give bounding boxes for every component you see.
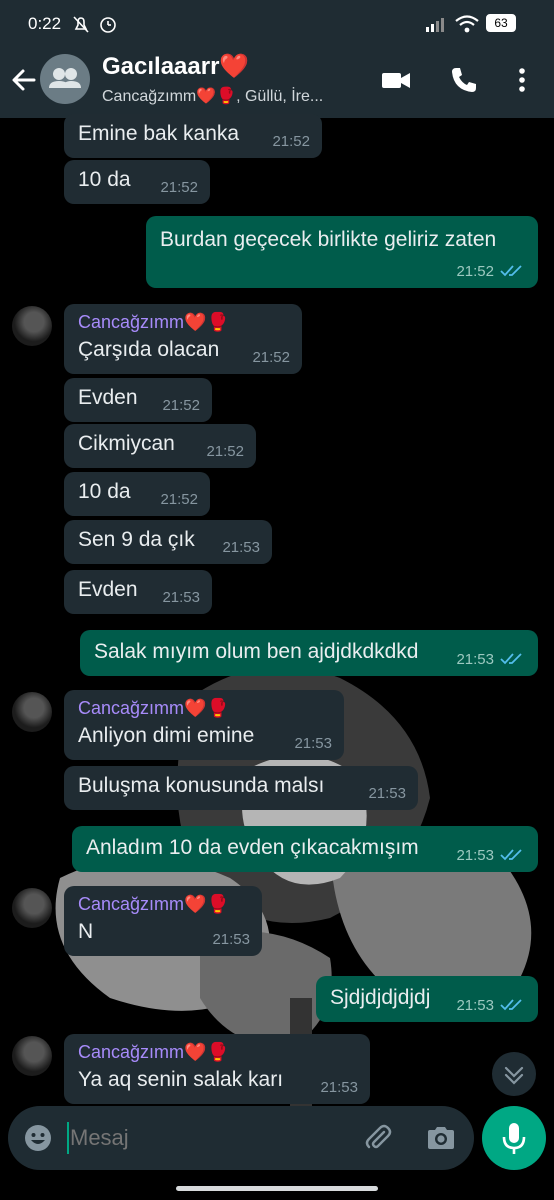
message-text: Cikmiycan — [78, 432, 175, 455]
message-text: N — [78, 920, 94, 943]
video-call-icon[interactable] — [380, 64, 412, 96]
message-text: Burdan geçecek birlikte geliriz zaten — [160, 228, 497, 251]
message-time: 21:53 — [456, 997, 494, 1014]
message-time: 21:53 — [162, 589, 200, 606]
group-avatar-icon[interactable] — [40, 54, 90, 104]
more-vert-icon[interactable] — [506, 64, 538, 96]
message-time: 21:53 — [456, 651, 494, 668]
message-time: 21:53 — [212, 931, 250, 948]
phone-icon[interactable] — [448, 64, 480, 96]
message-text: Anliyon dimi emine — [78, 724, 255, 747]
message-time: 21:53 — [320, 1079, 358, 1096]
message-time: 21:53 — [456, 847, 494, 864]
camera-icon[interactable] — [424, 1122, 458, 1154]
message-time: 21:52 — [272, 133, 310, 150]
message-time: 21:52 — [456, 263, 494, 280]
message-bubble[interactable]: Cikmiycan 21:52 — [64, 424, 256, 468]
group-title[interactable]: Gacılaaarr❤️ — [102, 52, 249, 81]
sender-avatar[interactable] — [12, 692, 52, 732]
message-time: 21:52 — [160, 179, 198, 196]
message-text: 10 da — [78, 480, 131, 503]
sender-avatar[interactable] — [12, 1036, 52, 1076]
message-bubble[interactable]: Cancağzımm❤️🥊 Anliyon dimi emine 21:53 — [64, 690, 344, 760]
message-text: Salak mıyım olum ben ajdjdkdkdkd — [94, 640, 419, 663]
message-time: 21:53 — [222, 539, 260, 556]
mic-icon — [502, 1123, 526, 1154]
message-text: Çarşıda olacan — [78, 338, 220, 361]
message-time: 21:52 — [160, 491, 198, 508]
read-ticks-icon — [500, 653, 522, 665]
message-time: 21:52 — [162, 397, 200, 414]
message-text: Anladım 10 da evden çıkacakmışım — [86, 836, 419, 859]
message-bubble-outgoing[interactable]: Salak mıyım olum ben ajdjdkdkdkd 21:53 — [80, 630, 538, 676]
read-ticks-icon — [500, 265, 522, 277]
message-bubble[interactable]: 10 da 21:52 — [64, 472, 210, 516]
message-text: 10 da — [78, 168, 131, 191]
message-bubble[interactable]: 10 da 21:52 — [64, 160, 210, 204]
message-bubble-outgoing[interactable]: Burdan geçecek birlikte geliriz zaten 21… — [146, 216, 538, 288]
mic-button[interactable] — [482, 1106, 546, 1170]
sender-name[interactable]: Cancağzımm❤️🥊 — [78, 312, 229, 333]
status-time: 0:22 — [28, 14, 62, 33]
group-members[interactable]: Cancağzımm❤️🥊, Güllü, İre... — [102, 86, 323, 106]
message-bubble[interactable]: Sen 9 da çık 21:53 — [64, 520, 272, 564]
sender-avatar[interactable] — [12, 306, 52, 346]
message-bubble-outgoing[interactable]: Sjdjdjdjdjdj 21:53 — [316, 976, 538, 1022]
sender-avatar[interactable] — [12, 888, 52, 928]
battery-level: 63 — [494, 16, 508, 30]
sender-name[interactable]: Cancağzımm❤️🥊 — [78, 698, 229, 719]
message-bubble[interactable]: Emine bak kanka 21:52 — [64, 114, 322, 158]
battery-indicator: 63 — [486, 14, 516, 32]
sender-name[interactable]: Cancağzımm❤️🥊 — [78, 1042, 229, 1063]
message-bubble[interactable]: Evden 21:52 — [64, 378, 212, 422]
message-input[interactable] — [70, 1118, 350, 1158]
scroll-down-icon — [504, 1066, 524, 1085]
message-text: Sjdjdjdjdjdj — [330, 986, 431, 1009]
message-bubble[interactable]: Cancağzımm❤️🥊 N 21:53 — [64, 886, 262, 956]
message-bubble[interactable]: Buluşma konusunda malsı 21:53 — [64, 766, 418, 810]
message-text: Buluşma konusunda malsı — [78, 774, 325, 797]
read-ticks-icon — [500, 999, 522, 1011]
sender-name[interactable]: Cancağzımm❤️🥊 — [78, 894, 229, 915]
message-text: Ya aq senin salak karı — [78, 1068, 284, 1091]
text-cursor — [67, 1122, 69, 1154]
message-bubble[interactable]: Evden 21:53 — [64, 570, 212, 614]
message-text: Sen 9 da çık — [78, 528, 195, 551]
message-time: 21:52 — [252, 349, 290, 366]
message-bubble-outgoing[interactable]: Anladım 10 da evden çıkacakmışım 21:53 — [72, 826, 538, 872]
emoji-icon[interactable] — [22, 1122, 54, 1154]
message-text: Evden — [78, 578, 138, 601]
message-time: 21:53 — [368, 785, 406, 802]
scroll-down-button[interactable] — [492, 1052, 536, 1096]
message-time: 21:52 — [206, 443, 244, 460]
attach-icon[interactable] — [362, 1122, 394, 1154]
signal-icon — [426, 18, 444, 32]
message-text: Emine bak kanka — [78, 122, 240, 145]
status-icons — [73, 16, 116, 33]
message-bubble[interactable]: Cancağzımm❤️🥊 Ya aq senin salak karı 21:… — [64, 1034, 370, 1104]
message-time: 21:53 — [294, 735, 332, 752]
home-indicator[interactable] — [176, 1186, 378, 1191]
message-text: Evden — [78, 386, 138, 409]
read-ticks-icon — [500, 849, 522, 861]
wifi-icon — [455, 15, 479, 33]
message-bubble[interactable]: Cancağzımm❤️🥊 Çarşıda olacan 21:52 — [64, 304, 302, 374]
back-arrow-icon[interactable] — [8, 62, 40, 98]
